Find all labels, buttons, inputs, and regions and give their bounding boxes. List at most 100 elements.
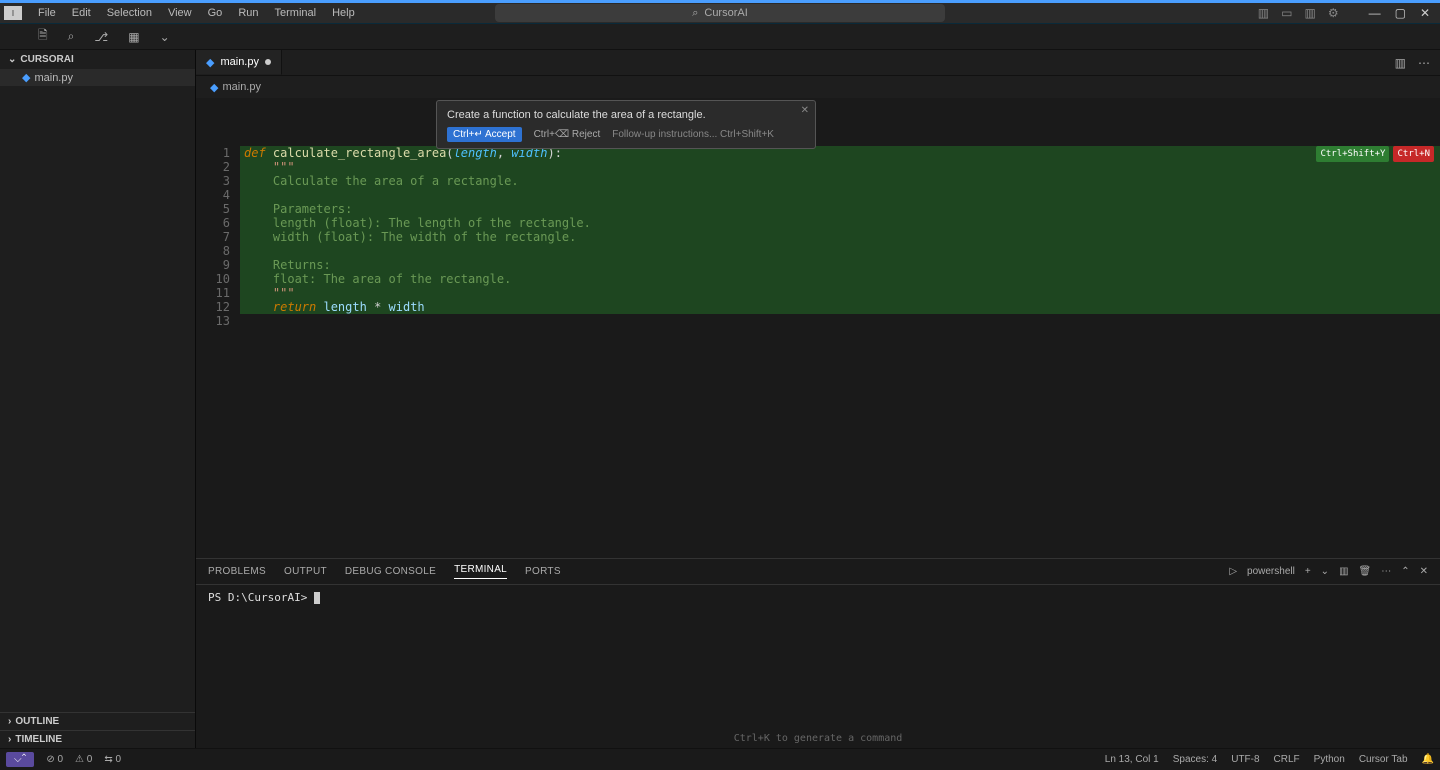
- chevron-down-icon[interactable]: ⌄: [160, 30, 170, 44]
- accept-button[interactable]: Ctrl+↵ Accept: [447, 127, 522, 142]
- layout-sidebar-left-icon[interactable]: ▥: [1258, 6, 1269, 20]
- chevron-up-icon[interactable]: ⌃: [1401, 566, 1409, 577]
- editor-area: ◆ main.py ▥ ⋯ ◆ main.py ✕ Create a funct…: [196, 50, 1440, 748]
- sidebar-timeline-label: TIMELINE: [15, 734, 62, 745]
- chevron-right-icon: ›: [8, 716, 11, 727]
- sidebar-file-label: main.py: [34, 72, 73, 84]
- menu-item-view[interactable]: View: [160, 3, 200, 23]
- statusbar: ⌵⌃ ⊘ 0 ⚠ 0 ⇆ 0 Ln 13, Col 1 Spaces: 4 UT…: [0, 748, 1440, 770]
- terminal-prompt: PS D:\CursorAI>: [208, 591, 314, 604]
- layout-panel-icon[interactable]: ▭: [1281, 6, 1292, 20]
- extensions-icon[interactable]: ▦: [128, 30, 139, 44]
- status-eol[interactable]: CRLF: [1274, 754, 1300, 765]
- status-ports[interactable]: ⇆ 0: [104, 754, 121, 765]
- reject-button[interactable]: Ctrl+⌫ Reject: [534, 129, 601, 140]
- terminal-cursor: [314, 592, 320, 604]
- maximize-icon[interactable]: ▢: [1395, 6, 1406, 20]
- explorer-actions: 🗎 ⌕ ⎇ ▦ ⌄: [0, 24, 1440, 50]
- python-file-icon: ◆: [22, 71, 30, 84]
- menu-item-help[interactable]: Help: [324, 3, 363, 23]
- app-logo: I: [4, 6, 22, 20]
- menu-item-run[interactable]: Run: [230, 3, 266, 23]
- tab-actions: ▥ ⋯: [1395, 50, 1440, 75]
- menu-item-go[interactable]: Go: [200, 3, 231, 23]
- more-icon[interactable]: ⋯: [1418, 56, 1430, 70]
- breadcrumb-label: main.py: [222, 81, 261, 93]
- minimize-icon[interactable]: —: [1369, 6, 1381, 20]
- panel-tab-debug-console[interactable]: DEBUG CONSOLE: [345, 566, 436, 577]
- sidebar: ⌄ CURSORAI ◆ main.py › OUTLINE › TIMELIN…: [0, 50, 196, 748]
- terminal-body[interactable]: PS D:\CursorAI> Ctrl+K to generate a com…: [196, 585, 1440, 748]
- accept-all-badge[interactable]: Ctrl+Shift+Y: [1316, 146, 1389, 162]
- chevron-right-icon: ›: [8, 734, 11, 745]
- close-icon[interactable]: ✕: [801, 105, 809, 116]
- sidebar-outline-label: OUTLINE: [15, 716, 59, 727]
- new-file-icon[interactable]: 🗎: [38, 26, 48, 47]
- new-terminal-icon[interactable]: +: [1305, 566, 1311, 577]
- layout-sidebar-right-icon[interactable]: ▥: [1304, 6, 1315, 20]
- status-indent[interactable]: Spaces: 4: [1173, 754, 1217, 765]
- editor-tabs: ◆ main.py ▥ ⋯: [196, 50, 1440, 76]
- dirty-indicator: [265, 59, 271, 65]
- menu-item-edit[interactable]: Edit: [64, 3, 99, 23]
- status-cursor-tab[interactable]: Cursor Tab: [1359, 754, 1408, 765]
- terminal-shell-label: powershell: [1247, 566, 1295, 577]
- status-errors[interactable]: ⊘ 0: [46, 754, 63, 765]
- split-terminal-icon[interactable]: ▥: [1339, 566, 1348, 577]
- code-content[interactable]: Ctrl+Shift+Y Ctrl+N def calculate_rectan…: [240, 98, 1440, 558]
- menu-item-selection[interactable]: Selection: [99, 3, 160, 23]
- panel-tab-problems[interactable]: PROBLEMS: [208, 566, 266, 577]
- window-controls: — ▢ ✕: [1369, 6, 1430, 20]
- sidebar-root-label: CURSORAI: [20, 54, 73, 65]
- editor-body: ✕ Create a function to calculate the are…: [196, 98, 1440, 748]
- trash-icon[interactable]: 🗑: [1359, 566, 1372, 577]
- bottom-panel: PROBLEMS OUTPUT DEBUG CONSOLE TERMINAL PORTS…: [196, 558, 1440, 748]
- sidebar-outline[interactable]: › OUTLINE: [0, 712, 195, 730]
- python-file-icon: ◆: [210, 81, 218, 94]
- panel-actions: ▷ powershell + ⌄ ▥ 🗑 ⋯ ⌃ ✕: [1229, 566, 1428, 577]
- sidebar-root[interactable]: ⌄ CURSORAI: [0, 50, 195, 69]
- close-icon[interactable]: ✕: [1420, 566, 1428, 577]
- status-encoding[interactable]: UTF-8: [1231, 754, 1259, 765]
- terminal-hint: Ctrl+K to generate a command: [734, 733, 903, 744]
- panel-tab-ports[interactable]: PORTS: [525, 566, 561, 577]
- command-center-label: CursorAI: [704, 7, 747, 19]
- search-icon[interactable]: ⌕: [68, 29, 75, 44]
- line-gutter: 12345678910111213: [196, 98, 240, 558]
- status-warnings[interactable]: ⚠ 0: [75, 754, 92, 765]
- code-editor[interactable]: 12345678910111213 Ctrl+Shift+Y Ctrl+N de…: [196, 98, 1440, 558]
- ai-inline-popup: ✕ Create a function to calculate the are…: [436, 100, 816, 149]
- reject-all-badge[interactable]: Ctrl+N: [1393, 146, 1434, 162]
- tab-main[interactable]: ◆ main.py: [196, 50, 282, 75]
- menu-item-file[interactable]: File: [30, 3, 64, 23]
- source-control-icon[interactable]: ⎇: [94, 30, 108, 44]
- search-icon: ⌕: [692, 7, 698, 20]
- diff-hint-badges: Ctrl+Shift+Y Ctrl+N: [1316, 146, 1434, 162]
- status-language[interactable]: Python: [1314, 754, 1345, 765]
- main-split: ⌄ CURSORAI ◆ main.py › OUTLINE › TIMELIN…: [0, 50, 1440, 748]
- bell-icon[interactable]: 🔔: [1422, 754, 1434, 765]
- followup-hint: Follow-up instructions... Ctrl+Shift+K: [612, 129, 774, 140]
- command-center[interactable]: ⌕ CursorAI: [495, 4, 945, 22]
- titlebar-right-icons: ▥ ▭ ▥ ⚙ — ▢ ✕: [1258, 6, 1436, 20]
- sidebar-file-main[interactable]: ◆ main.py: [0, 69, 195, 86]
- split-editor-icon[interactable]: ▥: [1395, 56, 1406, 70]
- status-cursor-pos[interactable]: Ln 13, Col 1: [1105, 754, 1159, 765]
- close-icon[interactable]: ✕: [1420, 6, 1430, 20]
- more-icon[interactable]: ⋯: [1381, 566, 1391, 577]
- menubar: I FileEditSelectionViewGoRunTerminalHelp…: [0, 0, 1440, 24]
- gear-icon[interactable]: ⚙: [1328, 6, 1339, 20]
- panel-tab-terminal[interactable]: TERMINAL: [454, 564, 507, 579]
- breadcrumb[interactable]: ◆ main.py: [196, 76, 1440, 98]
- sidebar-timeline[interactable]: › TIMELINE: [0, 730, 195, 748]
- remote-indicator[interactable]: ⌵⌃: [6, 752, 34, 767]
- menu-item-terminal[interactable]: Terminal: [267, 3, 325, 23]
- ai-prompt-text: Create a function to calculate the area …: [447, 109, 805, 121]
- python-file-icon: ◆: [206, 56, 214, 69]
- tab-label: main.py: [220, 56, 259, 68]
- panel-tabs: PROBLEMS OUTPUT DEBUG CONSOLE TERMINAL PORTS…: [196, 559, 1440, 585]
- chevron-down-icon[interactable]: ⌄: [1321, 566, 1329, 577]
- chevron-down-icon: ⌄: [8, 54, 16, 65]
- terminal-profile-icon[interactable]: ▷: [1229, 566, 1237, 577]
- panel-tab-output[interactable]: OUTPUT: [284, 566, 327, 577]
